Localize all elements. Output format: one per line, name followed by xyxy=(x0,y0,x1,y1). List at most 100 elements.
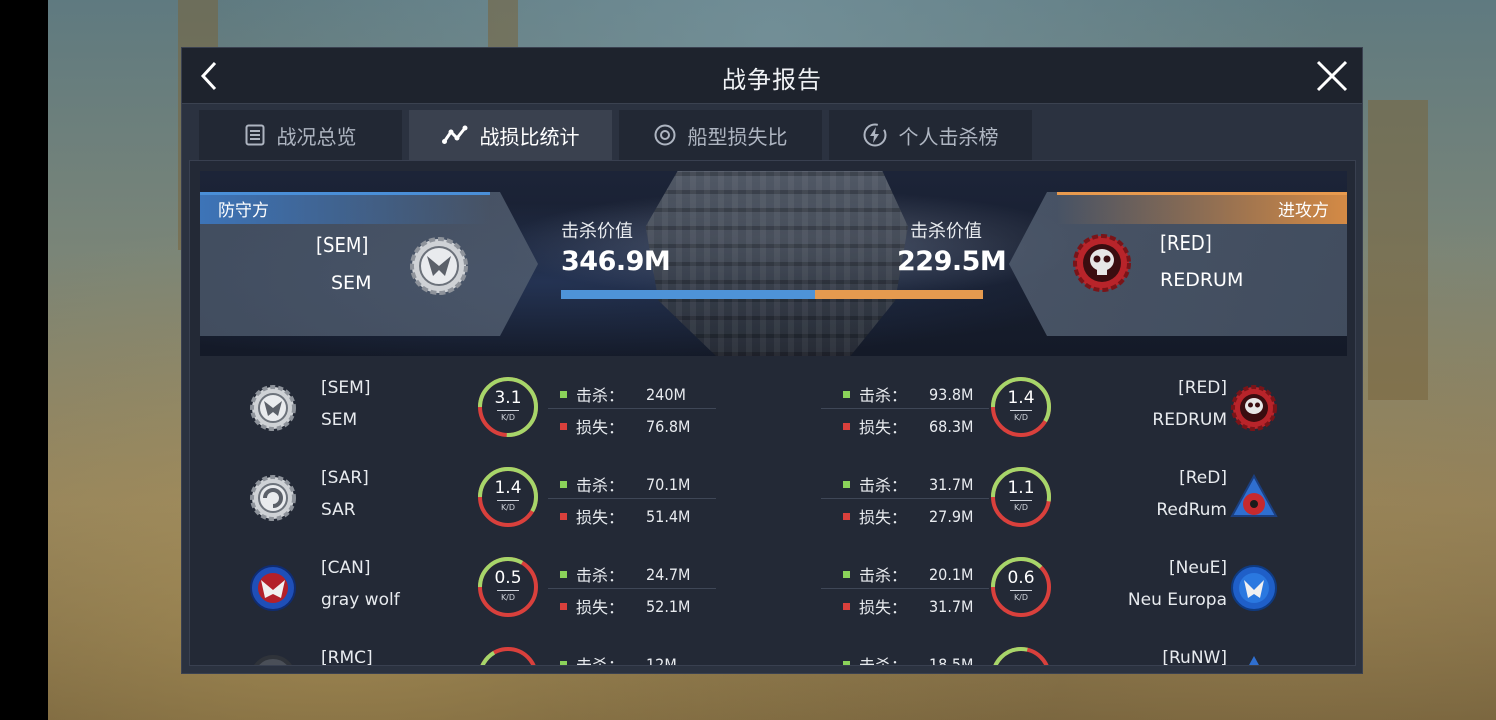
kd-label: K/D xyxy=(500,593,516,602)
kd-label: K/D xyxy=(1013,413,1029,422)
right-alliance-tag: [RED] xyxy=(1178,378,1227,398)
loss-value: 52.1M xyxy=(646,596,691,616)
skull-emblem-icon xyxy=(1073,234,1131,292)
kill-stat: 击杀： 70.1M xyxy=(560,472,690,496)
kill-label: 击杀： xyxy=(859,386,908,405)
sem-emblem-icon xyxy=(410,237,468,295)
loss-label: 损失： xyxy=(576,508,625,527)
tab-overview[interactable]: 战况总览 xyxy=(199,110,402,160)
skull-emblem-icon xyxy=(1231,385,1277,431)
tab-label: 战损比统计 xyxy=(479,124,580,149)
tab-personal-kills[interactable]: 个人击杀榜 xyxy=(829,110,1032,160)
kill-value: 24.7M xyxy=(646,564,691,584)
kill-stat: 击杀： 18.5M xyxy=(843,652,974,666)
war-report-panel: 战争报告 战况总览 战损比统计 船型损失比 个人击杀榜 防守方 进攻方 [SEM… xyxy=(181,47,1363,674)
kill-label: 击杀： xyxy=(576,476,625,495)
loss-stat: 损失： 76.8M xyxy=(560,414,690,438)
attacker-name: REDRUM xyxy=(1160,269,1244,291)
defender-side-label: 防守方 xyxy=(200,192,490,224)
defender-kill-value: 346.9M xyxy=(561,246,671,277)
attacker-side-label: 进攻方 xyxy=(1057,192,1347,224)
kill-label: 击杀： xyxy=(859,476,908,495)
kill-stat: 击杀： 31.7M xyxy=(843,472,973,496)
loss-value: 31.7M xyxy=(929,596,974,616)
defender-tag: [SEM] xyxy=(316,233,369,257)
loss-label: 损失： xyxy=(859,418,908,437)
loss-value: 51.4M xyxy=(646,506,691,526)
tab-bar: 战况总览 战损比统计 船型损失比 个人击杀榜 xyxy=(199,110,1032,160)
loss-value: 68.3M xyxy=(929,416,974,436)
loss-stat: 损失： 52.1M xyxy=(560,594,690,618)
panel-header: 战争报告 xyxy=(182,48,1362,104)
kill-stat: 击杀： 20.1M xyxy=(843,562,973,586)
kd-value: 1.4 xyxy=(1007,388,1035,408)
table-row[interactable]: [RMC] K/D 击杀： 12M 损失： 击杀： 18.5M xyxy=(200,636,1347,666)
kd-label: K/D xyxy=(1013,503,1029,512)
defender-name: SEM xyxy=(331,272,372,294)
lightning-icon xyxy=(863,123,886,147)
right-alliance-tag: [NeuE] xyxy=(1169,558,1227,578)
kill-value: 18.5M xyxy=(929,654,974,666)
loss-value: 27.9M xyxy=(929,506,974,526)
eye-emblem-icon xyxy=(1230,474,1278,517)
left-alliance-name: SAR xyxy=(321,500,356,520)
attacker-ratio-fill xyxy=(814,290,983,299)
summary-banner: 防守方 进攻方 [SEM] SEM 击杀价值 346.9M 击杀价值 229.5… xyxy=(200,171,1347,356)
tab-label: 战况总览 xyxy=(276,124,357,149)
kill-label: 击杀： xyxy=(859,566,908,585)
sem-emblem-icon xyxy=(250,385,296,431)
table-row[interactable]: [SAR] SAR 1.4 K/D 击杀： 70.1M 损失： 51.4M 击杀… xyxy=(200,456,1347,546)
left-alliance-tag: [RMC] xyxy=(321,648,373,666)
loss-stat: 损失： 68.3M xyxy=(843,414,973,438)
kd-value: 0.6 xyxy=(1007,568,1035,588)
page-title: 战争报告 xyxy=(722,66,822,94)
kill-value: 70.1M xyxy=(646,474,691,494)
loss-label: 损失： xyxy=(859,598,908,617)
loss-stat: 损失： 51.4M xyxy=(560,504,690,528)
tab-label: 个人击杀榜 xyxy=(898,124,999,149)
kill-stat: 击杀： 93.8M xyxy=(843,382,973,406)
ratio-stats-content: 防守方 进攻方 [SEM] SEM 击杀价值 346.9M 击杀价值 229.5… xyxy=(189,160,1356,666)
tab-label: 船型损失比 xyxy=(687,124,788,149)
kd-value: 0.5 xyxy=(494,568,522,588)
kill-stat: 击杀： 12M xyxy=(560,652,677,666)
attacker-tag: [RED] xyxy=(1160,231,1212,255)
kd-value: 1.4 xyxy=(494,478,522,498)
kill-value-ratio-bar xyxy=(561,290,983,299)
kd-gauge: 0.5 K/D xyxy=(476,555,540,619)
list-icon xyxy=(245,124,264,146)
kd-value: 3.1 xyxy=(494,388,522,408)
kill-label: 击杀： xyxy=(859,656,908,666)
right-alliance-tag: [ReD] xyxy=(1179,468,1227,488)
kill-stat: 击杀： 24.7M xyxy=(560,562,690,586)
kill-stat: 击杀： 240M xyxy=(560,382,686,406)
table-row[interactable]: [CAN] gray wolf 0.5 K/D 击杀： 24.7M 损失： 52… xyxy=(200,546,1347,636)
close-button[interactable] xyxy=(1314,58,1350,94)
kd-gauge: 0.6 K/D xyxy=(989,555,1053,619)
right-alliance-name: Neu Europa xyxy=(1127,590,1227,610)
kd-gauge: 1.4 K/D xyxy=(476,465,540,529)
attacker-kill-value-label: 击杀价值 xyxy=(910,221,982,242)
partial-emblem-icon xyxy=(254,655,292,665)
tab-kill-loss-ratio[interactable]: 战损比统计 xyxy=(409,110,612,160)
sar-emblem-icon xyxy=(250,475,296,521)
kill-label: 击杀： xyxy=(576,656,625,666)
eagle-emblem-icon xyxy=(250,565,296,611)
right-alliance-name: RedRum xyxy=(1156,500,1227,520)
close-icon xyxy=(1316,60,1348,92)
left-alliance-tag: [SEM] xyxy=(321,378,371,398)
kd-label: K/D xyxy=(500,503,516,512)
tab-ship-loss-ratio[interactable]: 船型损失比 xyxy=(619,110,822,160)
kd-gauge: 1.1 K/D xyxy=(989,465,1053,529)
table-row[interactable]: [SEM] SEM 3.1 K/D 击杀： 240M 损失： 76.8M 击杀： xyxy=(200,366,1347,456)
right-alliance-tag: [RuNW] xyxy=(1162,648,1227,666)
kd-label: K/D xyxy=(1013,593,1029,602)
kill-value: 31.7M xyxy=(929,474,974,494)
loss-label: 损失： xyxy=(859,508,908,527)
kd-gauge: K/D xyxy=(989,645,1053,665)
kill-label: 击杀： xyxy=(576,386,625,405)
left-alliance-name: SEM xyxy=(321,410,358,430)
defender-kill-value-label: 击杀价值 xyxy=(561,221,633,242)
kill-value: 12M xyxy=(646,654,677,666)
ship-icon xyxy=(654,124,675,146)
